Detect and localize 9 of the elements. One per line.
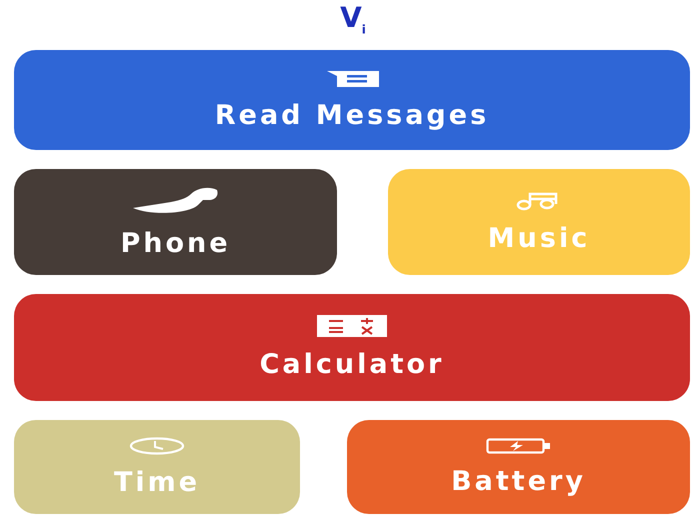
app-tile[interactable]: Phone	[14, 169, 337, 275]
calculator-icon	[317, 315, 387, 337]
phone-icon	[130, 186, 220, 216]
app-logo: V$_{i}$	[339, 6, 367, 36]
battery-icon	[486, 438, 552, 454]
app-tile[interactable]: Read Messages	[14, 50, 690, 150]
app-tile[interactable]: Calculator	[14, 294, 690, 401]
app-tile[interactable]: Battery	[347, 420, 690, 514]
clock-icon	[129, 436, 185, 454]
